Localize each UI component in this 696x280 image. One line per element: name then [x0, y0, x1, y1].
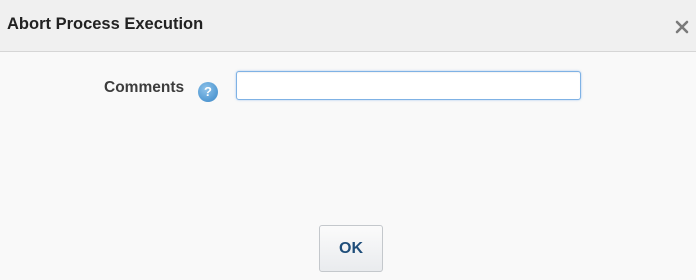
- help-icon[interactable]: ?: [198, 82, 218, 102]
- close-icon: [675, 20, 689, 34]
- dialog-title: Abort Process Execution: [7, 15, 204, 33]
- comments-label: Comments: [104, 79, 185, 96]
- ok-button[interactable]: OK: [319, 225, 383, 272]
- close-button[interactable]: [672, 17, 692, 37]
- comments-input[interactable]: [236, 71, 581, 100]
- abort-process-dialog: Abort Process Execution Comments ? OK: [0, 0, 696, 280]
- dialog-title-bar: Abort Process Execution: [0, 0, 696, 52]
